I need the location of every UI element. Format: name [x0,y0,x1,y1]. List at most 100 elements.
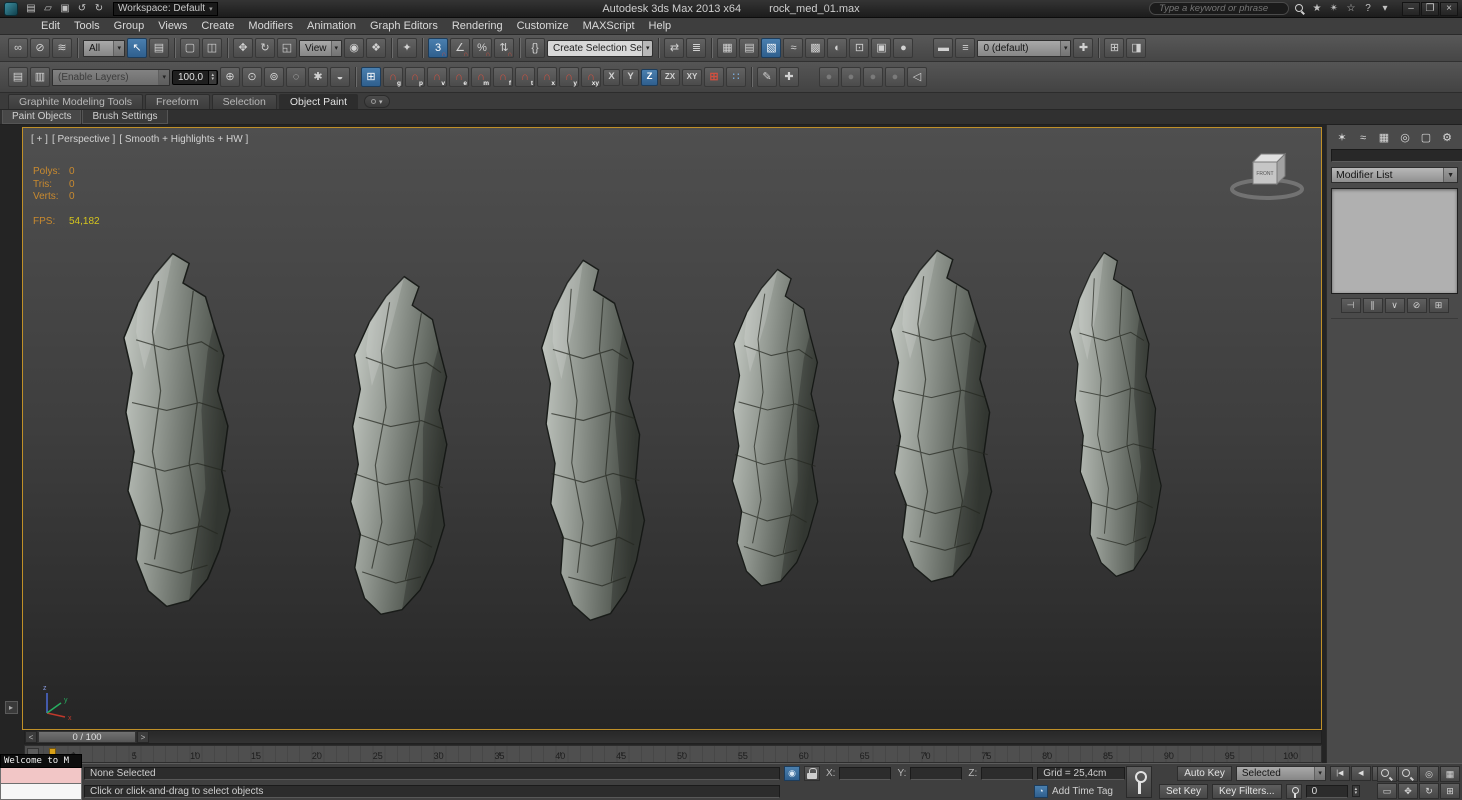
macro-recorder-strip[interactable] [0,768,82,784]
snap-x-axis-icon[interactable]: ∩ x [537,67,557,87]
menu-item[interactable]: MAXScript [576,19,642,33]
render-layer-icon[interactable]: ◒ [330,67,350,87]
go-to-start-button[interactable]: |◀ [1330,766,1350,781]
close-button[interactable]: × [1440,2,1458,16]
search-go-icon[interactable] [1292,2,1308,16]
modifier-list-dropdown[interactable]: Modifier List ▼ [1331,167,1458,183]
run-script-icon[interactable]: ✚ [779,67,799,87]
key-mode-toggle-button[interactable] [1286,784,1302,799]
select-and-link-icon[interactable]: ∞ [8,38,28,58]
select-and-move-icon[interactable]: ✥ [233,38,253,58]
menu-item[interactable]: Customize [510,19,576,33]
manage-layers-icon[interactable]: ▤ [739,38,759,58]
isolate-selection-toggle[interactable]: ◉ [784,766,800,781]
zoom-region-icon[interactable]: ▭ [1377,783,1397,799]
auto-key-button[interactable]: Auto Key [1177,766,1232,781]
undo-icon[interactable]: ↺ [74,2,90,16]
selection-lock-toggle[interactable] [804,766,820,781]
snap-pivot-icon[interactable]: ∩ p [405,67,425,87]
rectangular-selection-region-icon[interactable]: ▢ [180,38,200,58]
window-crossing-toggle-icon[interactable]: ◫ [202,38,222,58]
percent-spinner[interactable]: 100,0 ▴ ▾ [172,70,218,85]
graphite-ribbon-toggle-icon[interactable]: ▧ [761,38,781,58]
zoom-extents-all-icon[interactable]: ▦ [1440,766,1460,782]
ribbon-tab[interactable]: Freeform [145,94,210,109]
menu-item[interactable]: Create [194,19,241,33]
snap-tangent-icon[interactable]: ∩ t [515,67,535,87]
rock-model[interactable] [1066,250,1166,578]
ribbon-tab[interactable]: Object Paint [279,94,358,109]
edit-named-selection-sets-icon[interactable]: {} [525,38,545,58]
angle-snap-toggle-icon[interactable]: ∠ ∩ [450,38,470,58]
snap-grid-points-icon[interactable]: ∩ g [383,67,403,87]
restore-button[interactable]: ❐ [1421,2,1439,16]
add-selection-to-current-layer-icon[interactable]: ⊕ [220,67,240,87]
ribbon-tab[interactable]: Graphite Modeling Tools [8,94,143,109]
named-selection-sets-combo[interactable]: Create Selection Se ▾ [547,40,653,57]
schematic-view-icon[interactable]: ▩ [805,38,825,58]
app-logo-icon[interactable] [4,2,18,16]
maximize-viewport-toggle-icon[interactable]: ⊞ [1440,783,1460,799]
make-unique-icon[interactable]: ∨ [1385,298,1405,313]
key-filters-button[interactable]: Key Filters... [1212,784,1282,799]
hierarchy-tab-icon[interactable]: ▦ [1375,129,1393,146]
listener-input-strip[interactable] [0,784,82,800]
menu-item[interactable]: Animation [300,19,363,33]
snap-options-icon[interactable]: ∷ [726,67,746,87]
current-layer-dropdown[interactable]: 0 (default) ▾ [977,40,1071,57]
frame-spinner[interactable]: ▴ ▾ [1352,785,1361,797]
set-current-layer-icon[interactable]: ⊚ [264,67,284,87]
minimize-button[interactable]: – [1402,2,1420,16]
rock-model[interactable] [891,250,992,581]
redo-icon[interactable]: ↻ [91,2,107,16]
add-selection-to-layer-icon[interactable]: ⊞ [1104,38,1124,58]
favorites-icon[interactable]: ☆ [1343,2,1359,16]
create-tab-icon[interactable]: ✶ [1333,129,1351,146]
rock-model[interactable] [124,254,230,607]
spinner-snap-toggle-icon[interactable]: ⇅ ∩ [494,38,514,58]
bind-to-space-warp-icon[interactable]: ≋ [52,38,72,58]
remove-modifier-icon[interactable]: ⊘ [1407,298,1427,313]
rock-model[interactable] [539,259,648,622]
time-slider-track[interactable] [149,731,1321,743]
disabled-tool-icon[interactable]: ● [819,67,839,87]
show-end-result-icon[interactable]: ∥ [1363,298,1383,313]
ribbon-subtab[interactable]: Brush Settings [82,110,167,124]
select-and-manipulate-icon[interactable]: ❖ [366,38,386,58]
modify-tab-icon[interactable]: ≈ [1354,129,1372,146]
select-by-name-icon[interactable]: ▤ [149,38,169,58]
unlink-selection-icon[interactable]: ⊘ [30,38,50,58]
help-caret-icon[interactable]: ▾ [1377,2,1393,16]
viewport-layout-tabs-button[interactable]: ▸ [5,701,18,714]
pin-stack-icon[interactable]: ⊣ [1341,298,1361,313]
layers-dropdown[interactable]: (Enable Layers) ▾ [52,69,170,86]
disabled-tool-icon[interactable]: ● [841,67,861,87]
welcome-window-title[interactable]: Welcome to M [0,754,82,768]
x-coordinate-field[interactable] [839,767,891,780]
previous-frame-button[interactable]: ◀ [1351,766,1371,781]
disabled-tool-icon[interactable]: ● [885,67,905,87]
track-bar[interactable]: 0510152025303540455055606570758085909510… [24,745,1322,763]
zoom-extents-icon[interactable]: ◎ [1419,766,1439,782]
restrict-to-x-icon[interactable]: X [603,69,620,86]
add-time-tag-button[interactable]: Add Time Tag [1052,786,1113,797]
set-keys-button[interactable] [1126,766,1152,798]
keyword-search-field[interactable] [1149,2,1289,15]
snap-endpoint-icon[interactable]: ∩ e [449,67,469,87]
modifier-stack[interactable] [1331,188,1458,294]
select-objects-in-current-layer-icon[interactable]: ⊙ [242,67,262,87]
manage-layers-icon[interactable]: ▤ [8,67,28,87]
new-script-icon[interactable]: ✎ [757,67,777,87]
render-production-icon[interactable]: ● [893,38,913,58]
scene-states-icon[interactable]: ▬ [933,38,953,58]
speaker-icon[interactable]: ◁ [907,67,927,87]
selection-filter-dropdown[interactable]: All ▾ [83,40,125,57]
motion-tab-icon[interactable]: ◎ [1396,129,1414,146]
current-frame-field[interactable] [1306,785,1348,798]
menu-item[interactable]: Graph Editors [363,19,445,33]
create-new-layer-icon[interactable]: ✚ [1073,38,1093,58]
snap-vertex-icon[interactable]: ∩ v [427,67,447,87]
render-setup-icon[interactable]: ⊡ [849,38,869,58]
subscription-star-icon[interactable]: ★ [1309,2,1325,16]
select-object-icon[interactable]: ↖ [127,38,147,58]
